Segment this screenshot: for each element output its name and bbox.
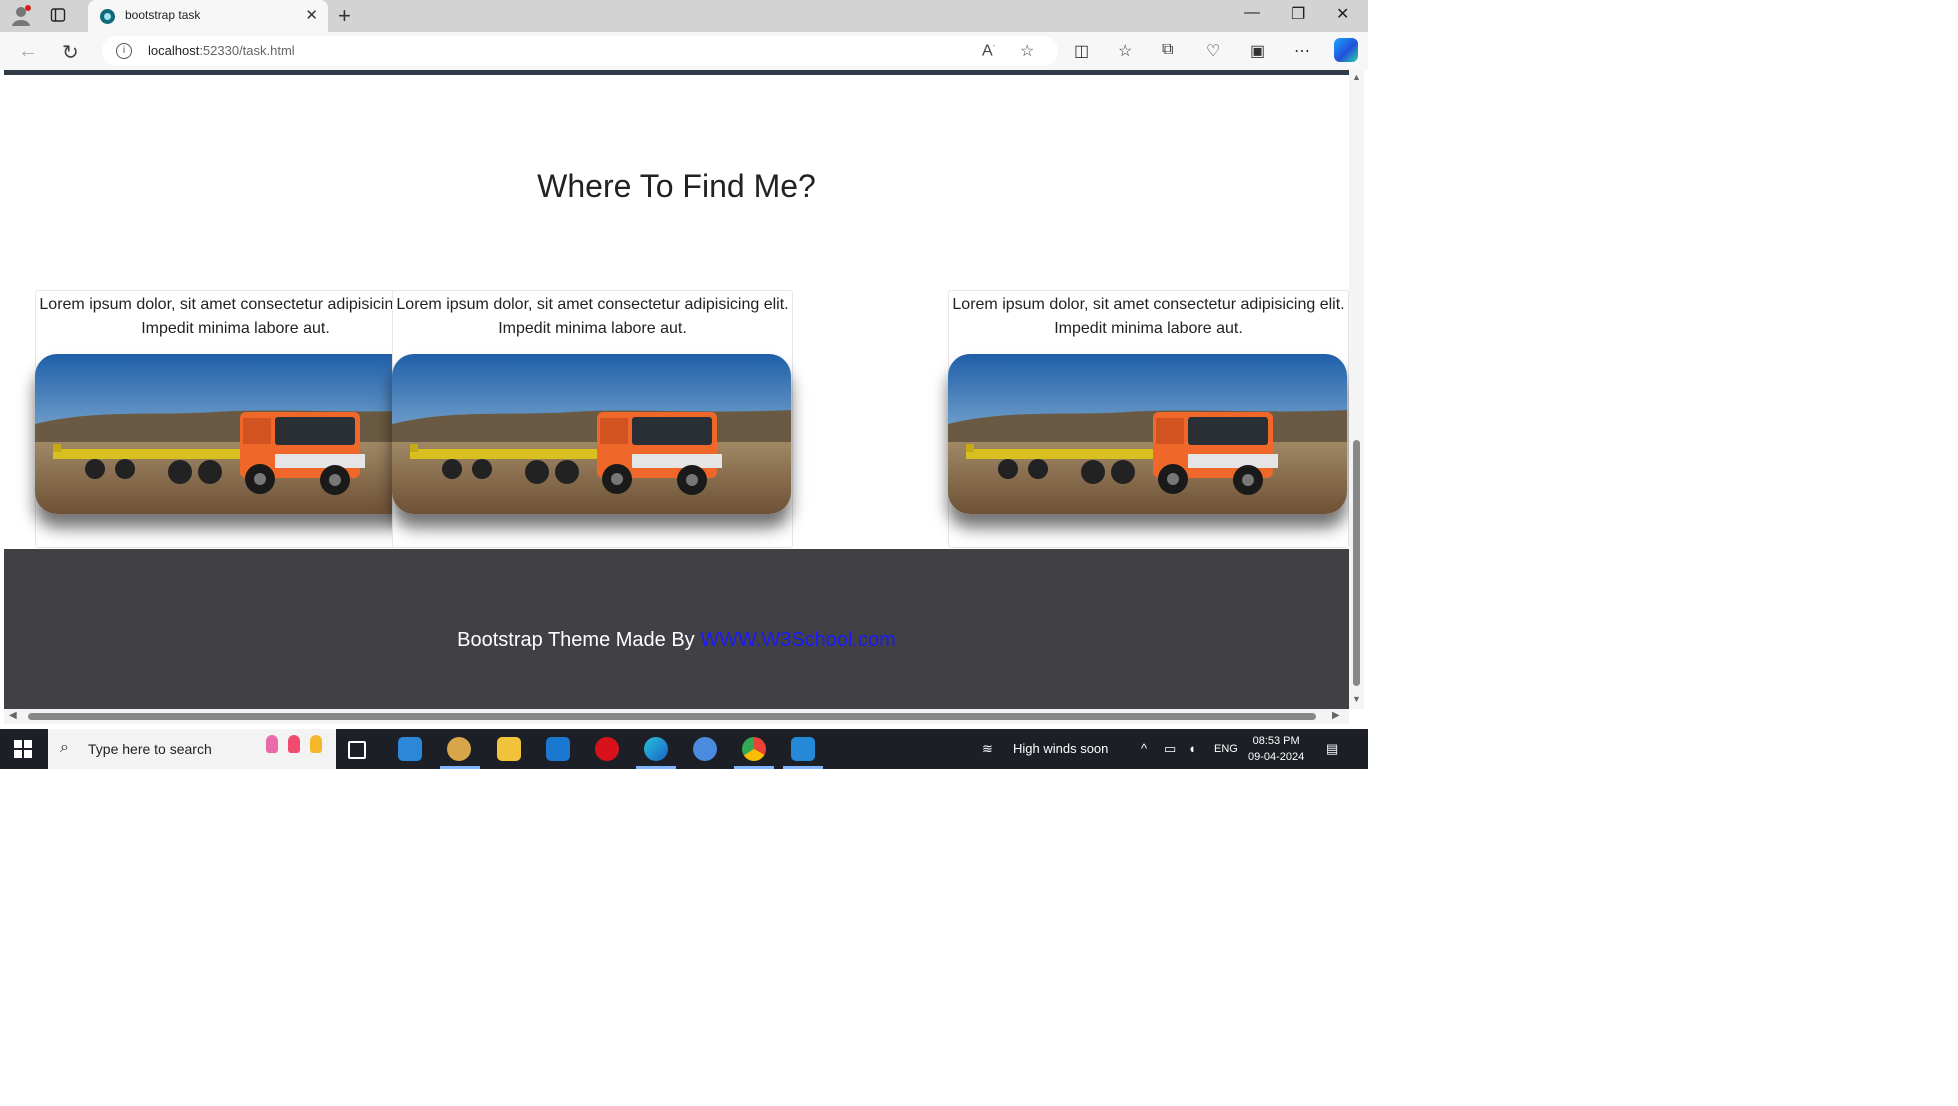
tray-chevron-icon[interactable]: ^	[1141, 741, 1147, 756]
location-card: Lorem ipsum dolor, sit amet consectetur …	[35, 290, 436, 548]
edge-icon[interactable]	[644, 737, 668, 761]
clock[interactable]: 08:53 PM 09-04-2024	[1248, 733, 1304, 765]
browser-essentials-icon[interactable]: ♡	[1206, 41, 1220, 61]
active-app-indicator	[734, 766, 774, 769]
windows-start-icon[interactable]	[14, 740, 32, 758]
collections-icon[interactable]: ⧉	[1162, 41, 1173, 59]
taskbar-search[interactable]: ⌕ Type here to search	[48, 729, 336, 769]
scroll-down-icon[interactable]: ▼	[1352, 694, 1361, 704]
minimize-icon[interactable]: —	[1244, 4, 1260, 22]
site-info-icon[interactable]: i	[116, 43, 132, 59]
footer-link[interactable]: WWW.W3School.com	[700, 629, 896, 651]
tulip-icon	[266, 735, 278, 753]
tab-strip: bootstrap task ✕ + — ❐ ✕	[0, 0, 1368, 32]
screenshot-icon[interactable]: ▣	[1250, 41, 1265, 61]
app-icon[interactable]	[693, 737, 717, 761]
card-text: Lorem ipsum dolor, sit amet consectetur …	[39, 296, 432, 337]
favorite-star-icon[interactable]: ☆	[1020, 41, 1034, 61]
split-screen-icon[interactable]: ◫	[1074, 41, 1089, 61]
location-card: Lorem ipsum dolor, sit amet consectetur …	[392, 290, 793, 548]
browser-window: bootstrap task ✕ + — ❐ ✕ ← ↻ i localhost…	[0, 0, 1368, 769]
truck-image	[35, 354, 434, 514]
section-heading: Where To Find Me?	[537, 168, 816, 204]
notifications-icon[interactable]: ▤	[1326, 741, 1338, 757]
site-favicon-icon	[100, 9, 115, 24]
vertical-scrollbar[interactable]: ▲ ▼	[1349, 70, 1364, 709]
battery-icon[interactable]: ▭	[1164, 741, 1176, 757]
truck-image	[948, 354, 1347, 514]
taskbar: ⌕ Type here to search ≋ High winds soon …	[0, 729, 1368, 769]
search-icon: ⌕	[60, 739, 69, 756]
more-menu-icon[interactable]: ⋯	[1294, 41, 1310, 61]
tab-close-icon[interactable]: ✕	[305, 6, 318, 24]
scroll-left-icon[interactable]: ◀	[9, 710, 17, 721]
tulip-icon	[310, 735, 322, 753]
tab-title: bootstrap task	[125, 8, 201, 22]
truck-image	[392, 354, 791, 514]
chrome-icon[interactable]	[742, 737, 766, 761]
vscode-icon[interactable]	[791, 737, 815, 761]
refresh-icon[interactable]: ↻	[62, 40, 79, 65]
task-view-icon[interactable]	[348, 741, 366, 759]
new-tab-button[interactable]: +	[338, 3, 351, 29]
copilot-icon[interactable]	[1334, 38, 1358, 62]
tulip-icon	[288, 735, 300, 753]
location-card: Lorem ipsum dolor, sit amet consectetur …	[948, 290, 1349, 548]
profile-icon[interactable]	[10, 5, 32, 27]
navbar-edge	[4, 70, 1349, 75]
clock-time: 08:53 PM	[1252, 735, 1300, 747]
url-text: localhost:52330/task.html	[148, 43, 295, 58]
language-indicator[interactable]: ENG	[1214, 743, 1238, 755]
search-placeholder: Type here to search	[88, 741, 212, 757]
back-icon[interactable]: ←	[18, 40, 38, 63]
scroll-right-icon[interactable]: ▶	[1332, 710, 1340, 721]
active-app-indicator	[783, 766, 823, 769]
active-app-indicator	[636, 766, 676, 769]
volume-icon[interactable]: ◖	[1188, 741, 1196, 756]
horizontal-scroll-thumb[interactable]	[28, 713, 1316, 720]
favorites-icon[interactable]: ☆	[1118, 41, 1132, 61]
footer-text: Bootstrap Theme Made By WWW.W3School.com	[457, 629, 896, 651]
horizontal-scrollbar[interactable]: ◀ ▶	[4, 709, 1349, 724]
mail-icon[interactable]	[546, 737, 570, 761]
page-footer: Bootstrap Theme Made By WWW.W3School.com	[4, 549, 1349, 709]
paint-app-icon[interactable]	[447, 737, 471, 761]
browser-toolbar: ← ↻ i localhost:52330/task.html Aᐧ ☆ ◫ ☆…	[0, 32, 1368, 70]
store-icon[interactable]	[398, 737, 422, 761]
card-text: Lorem ipsum dolor, sit amet consectetur …	[396, 296, 789, 337]
vertical-scroll-thumb[interactable]	[1353, 440, 1360, 686]
tab-actions-icon[interactable]	[50, 7, 66, 23]
clock-date: 09-04-2024	[1248, 751, 1305, 763]
opera-icon[interactable]	[595, 737, 619, 761]
card-text: Lorem ipsum dolor, sit amet consectetur …	[952, 296, 1345, 337]
active-app-indicator	[440, 766, 480, 769]
restore-icon[interactable]: ❐	[1291, 4, 1305, 24]
weather-text[interactable]: High winds soon	[1013, 741, 1108, 756]
read-aloud-icon[interactable]: Aᐧ	[982, 41, 995, 60]
address-bar[interactable]: i localhost:52330/task.html Aᐧ ☆	[102, 36, 1058, 66]
file-explorer-icon[interactable]	[497, 737, 521, 761]
wind-icon[interactable]: ≋	[982, 741, 993, 757]
close-window-icon[interactable]: ✕	[1336, 4, 1349, 24]
tab-bootstrap-task[interactable]: bootstrap task ✕	[88, 0, 328, 32]
page-viewport: Where To Find Me? Lorem ipsum dolor, sit…	[4, 70, 1349, 709]
scroll-up-icon[interactable]: ▲	[1352, 72, 1361, 82]
